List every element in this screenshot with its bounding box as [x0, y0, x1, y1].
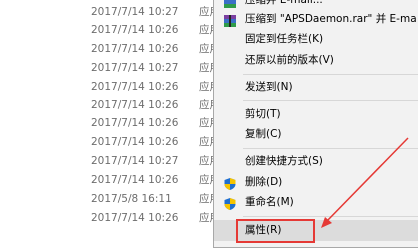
file-date: 2017/7/14 10:27 [91, 155, 179, 167]
rar-archive-icon [223, 0, 237, 8]
uac-shield-icon [223, 176, 237, 190]
context-menu: 压缩并 E-mail... 压缩到 "APSDaemon.rar" 并 E-ma… [213, 0, 418, 248]
menu-item-compress-to-rar-email[interactable]: 压缩到 "APSDaemon.rar" 并 E-ma [214, 9, 418, 30]
file-row[interactable]: 2017/7/14 10:26 应用 [0, 114, 230, 132]
file-date: 2017/5/8 16:11 [91, 193, 172, 205]
file-date: 2017/7/14 10:27 [91, 62, 179, 74]
file-row[interactable]: 2017/5/8 16:11 应用 [0, 190, 230, 208]
menu-item-label: 剪切(T) [245, 108, 281, 120]
menu-item-label: 删除(D) [245, 176, 283, 188]
file-date: 2017/7/14 10:26 [91, 174, 179, 186]
file-row[interactable]: 2017/7/14 10:27 应用 [0, 152, 230, 170]
file-row[interactable]: 2017/7/14 10:26 应用 [0, 171, 230, 189]
menu-separator [243, 216, 418, 217]
menu-item-delete[interactable]: 删除(D) [214, 172, 418, 193]
menu-item-rename[interactable]: 重命名(M) [214, 192, 418, 213]
file-row[interactable]: 2017/7/14 10:27 应用 [0, 3, 230, 21]
file-date: 2017/7/14 10:26 [91, 99, 179, 111]
file-row[interactable]: 2017/7/14 10:26 应用 [0, 40, 230, 58]
menu-item-label: 还原以前的版本(V) [245, 54, 334, 66]
menu-item-restore-previous[interactable]: 还原以前的版本(V) [214, 50, 418, 71]
menu-item-label: 固定到任务栏(K) [245, 33, 324, 45]
annotation-highlight-box [236, 219, 315, 243]
menu-item-label: 发送到(N) [245, 81, 293, 93]
menu-separator [243, 100, 418, 101]
file-date: 2017/7/14 10:27 [91, 6, 179, 18]
menu-item-pin-taskbar[interactable]: 固定到任务栏(K) [214, 29, 418, 50]
menu-item-label: 压缩到 "APSDaemon.rar" 并 E-ma [245, 13, 417, 25]
file-date: 2017/7/14 10:26 [91, 212, 179, 224]
menu-separator [243, 148, 418, 149]
file-date: 2017/7/14 10:26 [91, 117, 179, 129]
file-row[interactable]: 2017/7/14 10:26 应用 [0, 96, 230, 114]
file-row[interactable]: 2017/7/14 10:26 应用 [0, 78, 230, 96]
file-row[interactable]: 2017/7/14 10:26 应用 [0, 209, 230, 227]
menu-item-copy[interactable]: 复制(C) [214, 124, 418, 145]
file-row[interactable]: 2017/7/14 10:27 应用 [0, 59, 230, 77]
menu-item-label: 创建快捷方式(S) [245, 155, 323, 167]
menu-item-label: 重命名(M) [245, 196, 294, 208]
file-date: 2017/7/14 10:26 [91, 43, 179, 55]
file-date: 2017/7/14 10:26 [91, 81, 179, 93]
file-list: 2017/7/14 10:27 应用 2017/7/14 10:26 应用 20… [0, 0, 230, 246]
menu-item-send-to[interactable]: 发送到(N) [214, 77, 418, 98]
file-date: 2017/7/14 10:26 [91, 136, 179, 148]
menu-item-create-shortcut[interactable]: 创建快捷方式(S) [214, 151, 418, 172]
file-row[interactable]: 2017/7/14 10:26 应用 [0, 133, 230, 151]
file-row[interactable]: 2017/7/14 10:26 应用 [0, 21, 230, 39]
menu-separator [243, 74, 418, 75]
menu-item-label: 复制(C) [245, 128, 282, 140]
uac-shield-icon [223, 196, 237, 210]
menu-item-cut[interactable]: 剪切(T) [214, 104, 418, 125]
rar-archive-icon [223, 13, 237, 27]
file-date: 2017/7/14 10:26 [91, 24, 179, 36]
